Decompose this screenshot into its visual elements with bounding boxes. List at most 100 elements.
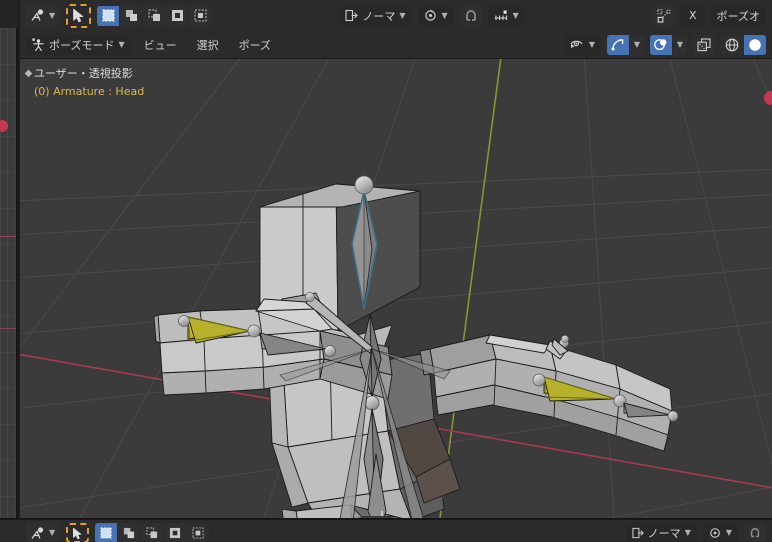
bottom-select-mode-subtract[interactable] (141, 523, 164, 542)
transform-orientation-label: ノーマ (362, 9, 396, 23)
bottom-select-mode-set[interactable] (95, 523, 118, 542)
chevron-down-icon: ▼ (399, 10, 406, 20)
left-editor-canvas (0, 28, 16, 518)
active-tool-tweak[interactable] (66, 3, 92, 28)
menu-select[interactable]: 選択 (190, 35, 226, 55)
select-extend-icon (125, 10, 137, 21)
eye-icon (570, 40, 583, 48)
chevron-down-icon: ▼ (49, 528, 56, 537)
solid-shading-button[interactable] (744, 34, 766, 55)
select-mode-group (97, 5, 212, 26)
x-label: X (689, 9, 697, 22)
bottom-snap-toggle[interactable] (744, 523, 766, 542)
editor-type-selector[interactable]: ▼ (26, 4, 61, 27)
bone-left-arm-head-joint (178, 315, 190, 327)
snap-target-selector[interactable]: ▼ (487, 5, 525, 26)
snap-magnet-icon (465, 9, 476, 21)
blender-window: ▼ ノーマ ▼ ▼ ▼ X ポーズオ ポーズモード ▼ ビュー 選択 ポーズ ▼… (0, 0, 772, 542)
bottom-pivot-point-selector[interactable]: ▼ (702, 523, 738, 542)
proportional-edit-icon (656, 8, 670, 23)
select-extend-icon (124, 527, 135, 539)
overlays-icon (654, 39, 667, 51)
select-mode-set[interactable] (97, 5, 120, 26)
snap-toggle[interactable] (459, 5, 482, 26)
overlays-group: ▼ (650, 34, 687, 55)
bottom-editor-type-selector[interactable]: ▼ (26, 522, 61, 542)
chevron-down-icon: ▼ (633, 39, 641, 49)
select-mode-intersect[interactable] (189, 5, 212, 26)
pose-options-button[interactable]: ポーズオ (710, 5, 766, 26)
shading-group (721, 34, 766, 55)
proportional-editing-toggle[interactable] (653, 5, 675, 26)
pose-options-label: ポーズオ (716, 9, 760, 23)
chevron-down-icon: ▼ (118, 39, 125, 49)
close-x-button[interactable]: X (681, 5, 705, 26)
left-editor-axis-line-1 (0, 236, 16, 237)
left-editor-header (0, 0, 18, 28)
bottom-active-tool-tweak[interactable] (66, 523, 90, 542)
chevron-down-icon: ▼ (512, 10, 519, 20)
mode-label: ポーズモード (49, 38, 115, 52)
chevron-down-icon: ▼ (588, 39, 595, 49)
bottom-select-mode-group (95, 523, 210, 542)
select-set-icon (102, 9, 115, 22)
xray-toggle[interactable] (693, 34, 715, 55)
select-set-icon (100, 527, 112, 539)
bottom-transform-orientation-label: ノーマ (647, 527, 681, 540)
bottom-select-mode-intersect[interactable] (187, 523, 210, 542)
wireframe-sphere-icon (725, 38, 739, 51)
pivot-point-selector[interactable]: ▼ (417, 5, 454, 26)
cursor-arrow-icon (73, 8, 84, 23)
chevron-down-icon: ▼ (49, 10, 56, 20)
visibility-selector[interactable]: ▼ (563, 34, 601, 55)
wireframe-shading-button[interactable] (721, 34, 743, 55)
solid-sphere-icon (749, 38, 761, 51)
select-invert-icon (171, 10, 183, 21)
orientation-icon (345, 9, 359, 22)
select-mode-invert[interactable] (166, 5, 189, 26)
bottom-select-mode-invert[interactable] (164, 523, 187, 542)
select-invert-icon (170, 527, 181, 539)
bottom-select-mode-extend[interactable] (118, 523, 141, 542)
xray-icon (697, 37, 711, 51)
bottom-editor-header: ▼ ノーマ ▼ ▼ (20, 522, 772, 542)
gizmo-toggle[interactable] (607, 34, 629, 55)
overlays-toggle[interactable] (650, 34, 672, 55)
bone-head-joint (354, 175, 374, 195)
gizmo-dropdown[interactable]: ▼ (630, 34, 644, 55)
left-editor-axis-line-2 (0, 328, 16, 329)
snap-increment-icon (494, 10, 507, 20)
select-subtract-icon (146, 527, 158, 539)
select-subtract-icon (148, 9, 160, 21)
select-mode-subtract[interactable] (143, 5, 166, 26)
menu-pose[interactable]: ポーズ (232, 35, 278, 55)
pivot-icon (710, 528, 720, 538)
pivot-icon (424, 9, 436, 21)
tool-header: ▼ ノーマ ▼ ▼ ▼ X ポーズオ (20, 0, 772, 31)
left-editor-strip (0, 0, 18, 518)
viewport-canvas[interactable]: ◆ ユーザー・透視投影 (0) Armature : Head (20, 59, 772, 518)
mode-selector[interactable]: ポーズモード ▼ (26, 34, 131, 55)
armature-editor-icon (31, 526, 44, 539)
chevron-down-icon: ▼ (725, 528, 732, 537)
viewport-3d-editor: ▼ ノーマ ▼ ▼ ▼ X ポーズオ ポーズモード ▼ ビュー 選択 ポーズ ▼… (20, 0, 772, 518)
bottom-transform-orientation-selector[interactable]: ノーマ ▼ (625, 523, 697, 542)
viewport-right-marker-dot (764, 91, 772, 105)
menu-view[interactable]: ビュー (137, 35, 184, 55)
cursor-arrow-icon (73, 527, 82, 539)
pose-mode-icon (32, 38, 44, 51)
select-mode-extend[interactable] (120, 5, 143, 26)
armature-editor-icon (31, 9, 44, 21)
overlays-dropdown[interactable]: ▼ (673, 34, 687, 55)
gizmo-icon (611, 39, 624, 51)
chevron-down-icon: ▼ (441, 10, 448, 20)
bottom-editor: ▼ ノーマ ▼ ▼ (0, 518, 772, 542)
transform-orientation-selector[interactable]: ノーマ ▼ (339, 5, 412, 26)
chevron-down-icon: ▼ (684, 528, 691, 537)
snap-magnet-icon (750, 528, 760, 538)
gizmo-group: ▼ (607, 34, 644, 55)
viewport-3d-scene (20, 59, 772, 518)
select-intersect-icon (194, 9, 207, 22)
sidebar-collapse-icon[interactable]: ◆ (22, 65, 35, 81)
bottom-left-strip (0, 520, 18, 542)
